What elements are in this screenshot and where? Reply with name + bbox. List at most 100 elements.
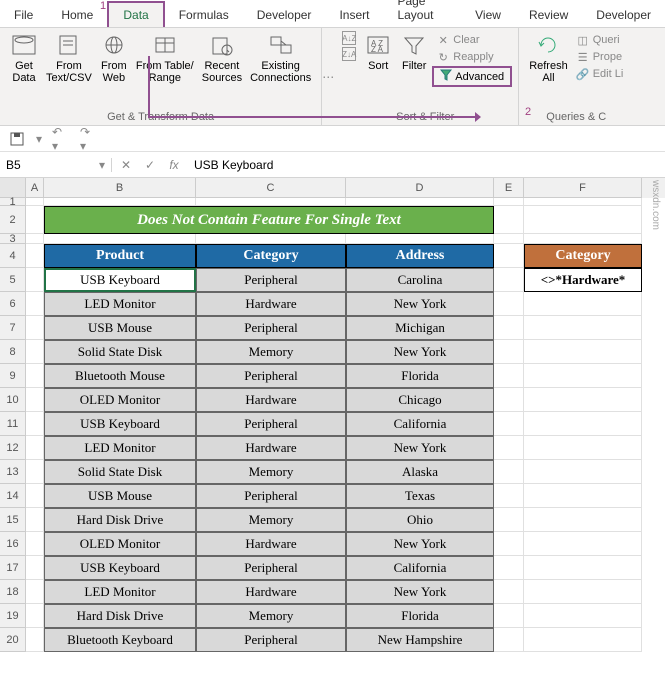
cell[interactable] xyxy=(524,292,642,316)
col-header[interactable]: E xyxy=(494,178,524,198)
tab-insert[interactable]: Insert xyxy=(325,3,383,27)
cell-product[interactable]: Bluetooth Mouse xyxy=(44,364,196,388)
cell-category[interactable]: Hardware xyxy=(196,436,346,460)
cell-category[interactable]: Memory xyxy=(196,460,346,484)
cell[interactable] xyxy=(494,628,524,652)
tab-view[interactable]: View xyxy=(461,3,515,27)
row-header[interactable]: 12 xyxy=(0,436,26,460)
cell[interactable] xyxy=(26,604,44,628)
sort-asc-button[interactable]: A↓Z xyxy=(338,30,360,46)
tab-home[interactable]: Home xyxy=(47,3,107,27)
cell-product[interactable]: OLED Monitor xyxy=(44,532,196,556)
cell-address[interactable]: New York xyxy=(346,340,494,364)
cell[interactable] xyxy=(26,292,44,316)
cell[interactable] xyxy=(524,340,642,364)
cell[interactable] xyxy=(26,268,44,292)
cell[interactable] xyxy=(524,508,642,532)
cell[interactable] xyxy=(494,268,524,292)
cell[interactable] xyxy=(346,198,494,206)
cell-category[interactable]: Hardware xyxy=(196,388,346,412)
cell-product[interactable]: USB Mouse xyxy=(44,316,196,340)
cell-address[interactable]: Texas xyxy=(346,484,494,508)
cell[interactable] xyxy=(524,580,642,604)
cell-category[interactable]: Memory xyxy=(196,340,346,364)
cell-address[interactable]: Alaska xyxy=(346,460,494,484)
edit-links-button[interactable]: 🔗Edit Li xyxy=(572,66,628,82)
queries-button[interactable]: ◫Queri xyxy=(572,32,628,48)
cell[interactable] xyxy=(524,484,642,508)
cell-address[interactable]: Florida xyxy=(346,604,494,628)
cell-address[interactable]: Ohio xyxy=(346,508,494,532)
get-data-button[interactable]: Get Data xyxy=(6,30,42,86)
cell[interactable] xyxy=(494,292,524,316)
tab-developer[interactable]: Developer xyxy=(243,3,326,27)
cell[interactable] xyxy=(494,460,524,484)
cell[interactable] xyxy=(26,436,44,460)
cell[interactable] xyxy=(26,244,44,268)
cell[interactable] xyxy=(26,556,44,580)
cell-product[interactable]: Solid State Disk xyxy=(44,340,196,364)
cell-product[interactable]: Hard Disk Drive xyxy=(44,604,196,628)
cell[interactable] xyxy=(494,580,524,604)
col-header[interactable]: B xyxy=(44,178,196,198)
cell[interactable] xyxy=(494,604,524,628)
cell-address[interactable]: Michigan xyxy=(346,316,494,340)
col-header[interactable]: A xyxy=(26,178,44,198)
cell[interactable] xyxy=(44,234,196,244)
cell[interactable] xyxy=(196,198,346,206)
cell[interactable] xyxy=(26,234,44,244)
cancel-formula-button[interactable]: ✕ xyxy=(116,155,136,175)
cell-address[interactable]: New York xyxy=(346,436,494,460)
clear-button[interactable]: ✕Clear xyxy=(432,32,512,48)
name-box[interactable]: B5▾ xyxy=(0,158,112,172)
row-header[interactable]: 19 xyxy=(0,604,26,628)
fx-button[interactable]: fx xyxy=(164,155,184,175)
cell[interactable] xyxy=(494,206,524,234)
header-category[interactable]: Category xyxy=(196,244,346,268)
cell[interactable] xyxy=(494,532,524,556)
cell[interactable] xyxy=(26,206,44,234)
cell-product[interactable]: OLED Monitor xyxy=(44,388,196,412)
cell[interactable] xyxy=(26,198,44,206)
cell-address[interactable]: New Hampshire xyxy=(346,628,494,652)
cell-address[interactable]: Florida xyxy=(346,364,494,388)
cell-address[interactable]: New York xyxy=(346,580,494,604)
cell[interactable] xyxy=(524,316,642,340)
row-header[interactable]: 3 xyxy=(0,234,26,244)
cell[interactable] xyxy=(524,460,642,484)
cell[interactable] xyxy=(26,364,44,388)
save-button[interactable] xyxy=(8,130,26,148)
refresh-all-button[interactable]: Refresh All xyxy=(525,30,572,86)
col-header[interactable]: F xyxy=(524,178,642,198)
cell[interactable] xyxy=(26,628,44,652)
sort-desc-button[interactable]: Z↓A xyxy=(338,46,360,62)
cell-product[interactable]: Hard Disk Drive xyxy=(44,508,196,532)
reapply-button[interactable]: ↻Reapply xyxy=(432,49,512,65)
cell-category[interactable]: Memory xyxy=(196,604,346,628)
cell[interactable] xyxy=(524,206,642,234)
redo-button[interactable]: ↷ ▾ xyxy=(80,130,98,148)
cell-product[interactable]: USB Keyboard xyxy=(44,268,196,292)
tab-review[interactable]: Review xyxy=(515,3,582,27)
cell[interactable] xyxy=(524,364,642,388)
row-header[interactable]: 2 xyxy=(0,206,26,234)
cell[interactable] xyxy=(494,316,524,340)
from-web-button[interactable]: From Web xyxy=(96,30,132,86)
row-header[interactable]: 4 xyxy=(0,244,26,268)
cell-product[interactable]: USB Keyboard xyxy=(44,556,196,580)
col-header[interactable]: C xyxy=(196,178,346,198)
from-textcsv-button[interactable]: From Text/CSV xyxy=(42,30,96,86)
undo-button[interactable]: ↶ ▾ xyxy=(52,130,70,148)
cell-product[interactable]: LED Monitor xyxy=(44,292,196,316)
cell-product[interactable]: USB Keyboard xyxy=(44,412,196,436)
header-address[interactable]: Address xyxy=(346,244,494,268)
cell-address[interactable]: Carolina xyxy=(346,268,494,292)
cell[interactable] xyxy=(494,340,524,364)
cell-category[interactable]: Peripheral xyxy=(196,364,346,388)
header-product[interactable]: Product xyxy=(44,244,196,268)
cell[interactable] xyxy=(524,556,642,580)
row-header[interactable]: 15 xyxy=(0,508,26,532)
cell[interactable] xyxy=(44,198,196,206)
cell-product[interactable]: LED Monitor xyxy=(44,580,196,604)
row-header[interactable]: 16 xyxy=(0,532,26,556)
